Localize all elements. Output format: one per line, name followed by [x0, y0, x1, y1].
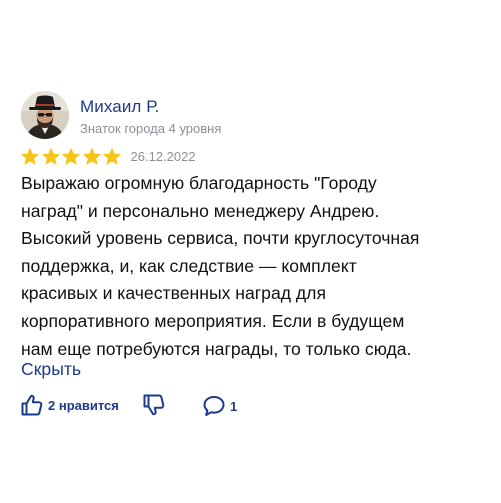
like-button[interactable]: 2 нравится	[20, 393, 119, 417]
thumbs-up-icon	[21, 394, 43, 416]
review-text-line: красивых и качественных наград для	[21, 283, 326, 304]
review-text-line: Выражаю огромную благодарность "Городу	[21, 173, 377, 193]
like-count: 2 нравится	[48, 397, 119, 413]
speech-bubble-icon	[203, 396, 225, 416]
comments-count: 1	[230, 398, 238, 414]
star-icon	[82, 147, 101, 165]
review-text-line: нам еще потребуются награды, то только с…	[21, 338, 412, 359]
author-level: Знаток города 4 уровня	[80, 121, 222, 136]
collapse-link[interactable]: Скрыть	[21, 356, 81, 382]
author-name[interactable]: Михаил Р.	[80, 97, 159, 117]
review-date: 26.12.2022	[130, 148, 196, 164]
review-card: Михаил Р. Знаток города 4 уровня 26.12.2…	[0, 0, 501, 503]
thumbs-down-icon	[143, 394, 165, 416]
star-icon	[102, 147, 122, 165]
star-icon	[41, 147, 60, 165]
review-text-line: поддержка, и, как следствие — комплект	[21, 255, 357, 276]
review-text: Выражаю огромную благодарность "Городу н…	[21, 170, 491, 363]
review-text-line: наград" и персонально менеджеру Андрею.	[21, 200, 380, 221]
dislike-button[interactable]	[142, 393, 166, 417]
star-icon	[20, 147, 40, 165]
star-icon	[61, 147, 81, 165]
avatar-image	[21, 91, 69, 139]
avatar[interactable]	[21, 91, 69, 139]
review-text-line: Высокий уровень сервиса, почти круглосут…	[21, 228, 420, 249]
review-text-line: корпоративного мероприятия. Если в будущ…	[21, 310, 405, 331]
rating-stars: 26.12.2022	[20, 146, 196, 166]
comments-button[interactable]: 1	[202, 395, 237, 417]
